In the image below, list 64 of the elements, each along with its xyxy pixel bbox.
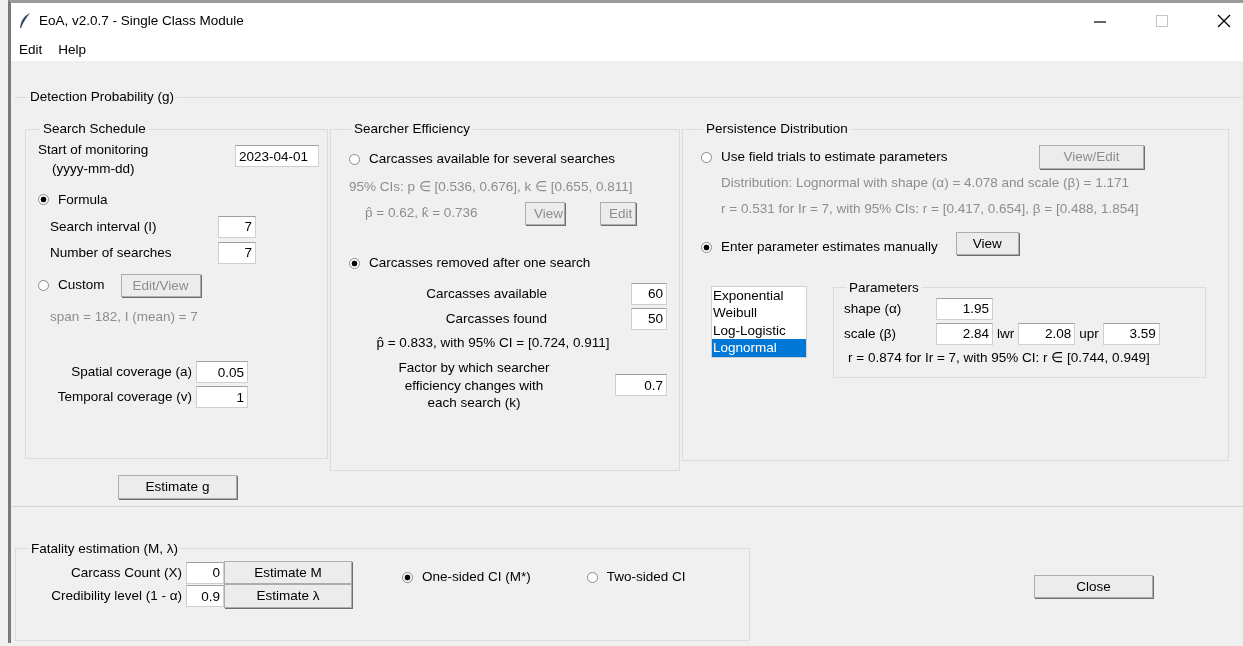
button[interactable]: Estimate g: [118, 475, 237, 499]
field-label: shape (α): [844, 299, 903, 318]
radio-option[interactable]: Carcasses available for several searches: [349, 149, 616, 170]
field-label: Carcasses found: [444, 309, 547, 328]
menu-item[interactable]: Help: [58, 39, 87, 61]
list-item[interactable]: Log-Logistic: [712, 321, 806, 340]
field-label: scale (β): [844, 324, 898, 343]
list-item[interactable]: Lognormal: [712, 339, 806, 357]
field-label: Credibility level (1 - α): [50, 587, 183, 606]
field-label: Temporal coverage (v): [56, 388, 193, 407]
result-text: p̂ = 0.833, with 95% CI = [0.724, 0.911]: [375, 333, 611, 352]
text-field[interactable]: 0.9: [186, 585, 224, 608]
group-title: Persistence Distribution: [705, 121, 849, 138]
estimate-text: p̂ = 0.62, k̂ = 0.736: [365, 204, 479, 223]
radio-option[interactable]: Custom: [38, 275, 105, 296]
info-text: Distribution: Lognormal with shape (α) = 4.078 and scale (β) = 1.171: [721, 173, 1131, 192]
text-field[interactable]: 0.05: [196, 361, 248, 384]
radio-option[interactable]: Enter parameter estimates manually: [701, 237, 938, 258]
field-label: Factor by which searcher efficiency changes with each search (k): [397, 359, 551, 412]
group-title: Searcher Efficiency: [353, 121, 472, 138]
list-item[interactable]: Exponential: [712, 286, 806, 305]
list-item[interactable]: Weibull: [712, 304, 806, 322]
radio-option[interactable]: Use field trials to estimate parameters: [701, 147, 948, 168]
group-title: Parameters: [848, 279, 920, 296]
text-field[interactable]: 7: [218, 241, 256, 264]
text-field[interactable]: 1.95: [936, 297, 993, 320]
section-title: Detection Probability (g): [29, 89, 176, 106]
field-label: Search interval (I): [50, 217, 158, 236]
radio-option[interactable]: Carcasses removed after one search: [349, 253, 591, 274]
result-text: r = 0.874 for Ir = 7, with 95% CI: r ∈ [0.744, 0.949]: [848, 348, 1151, 367]
text-field[interactable]: 60: [631, 282, 667, 305]
field-label: upr: [1078, 324, 1100, 343]
radio-option[interactable]: Formula: [38, 189, 108, 211]
radio-option[interactable]: Two-sided CI: [586, 566, 686, 588]
button[interactable]: Estimate λ: [224, 584, 352, 608]
text-field[interactable]: 3.59: [1102, 322, 1160, 345]
feather-icon: [19, 13, 31, 29]
menu-item[interactable]: Edit: [19, 39, 43, 61]
button[interactable]: Estimate M: [224, 560, 352, 585]
text-field[interactable]: 2.08: [1018, 322, 1076, 345]
field-label: Number of searches: [50, 243, 173, 262]
text-field[interactable]: 1: [196, 386, 248, 409]
text-field[interactable]: 7: [218, 215, 256, 238]
date-field[interactable]: 2023-04-01: [235, 145, 319, 168]
field-label: Carcasses available: [425, 284, 547, 303]
list-box[interactable]: Exponential Weibull Log-Logistic Lognormal: [711, 285, 807, 358]
field-label: Spatial coverage (a): [70, 363, 193, 382]
text-field[interactable]: 0: [186, 561, 224, 584]
button[interactable]: View: [955, 231, 1019, 256]
section-title: Fatality estimation (M, λ): [30, 540, 180, 557]
summary-text: span = 182, I (mean) = 7: [50, 308, 199, 327]
field-label: Start of monitoring (yyyy-mm-dd): [38, 141, 149, 178]
group-title: Search Schedule: [42, 121, 147, 138]
button[interactable]: Close: [1034, 574, 1153, 599]
close-icon[interactable]: [1217, 14, 1231, 28]
radio-option[interactable]: One-sided CI (M*): [402, 566, 531, 588]
info-text: r = 0.531 for Ir = 7, with 95% CIs: r = [0.417, 0.654], β = [0.488, 1.854]: [721, 200, 1140, 219]
window-title: EoA, v2.0.7 - Single Class Module: [39, 11, 244, 30]
field-label: lwr: [996, 324, 1016, 343]
ci-text: 95% CIs: p ∈ [0.536, 0.676], k ∈ [0.655, 0.811]: [349, 178, 634, 197]
field-label: Carcass Count (X): [69, 563, 183, 582]
text-field[interactable]: 50: [631, 307, 667, 330]
text-field[interactable]: 2.84: [936, 322, 993, 345]
text-field[interactable]: 0.7: [615, 374, 667, 397]
